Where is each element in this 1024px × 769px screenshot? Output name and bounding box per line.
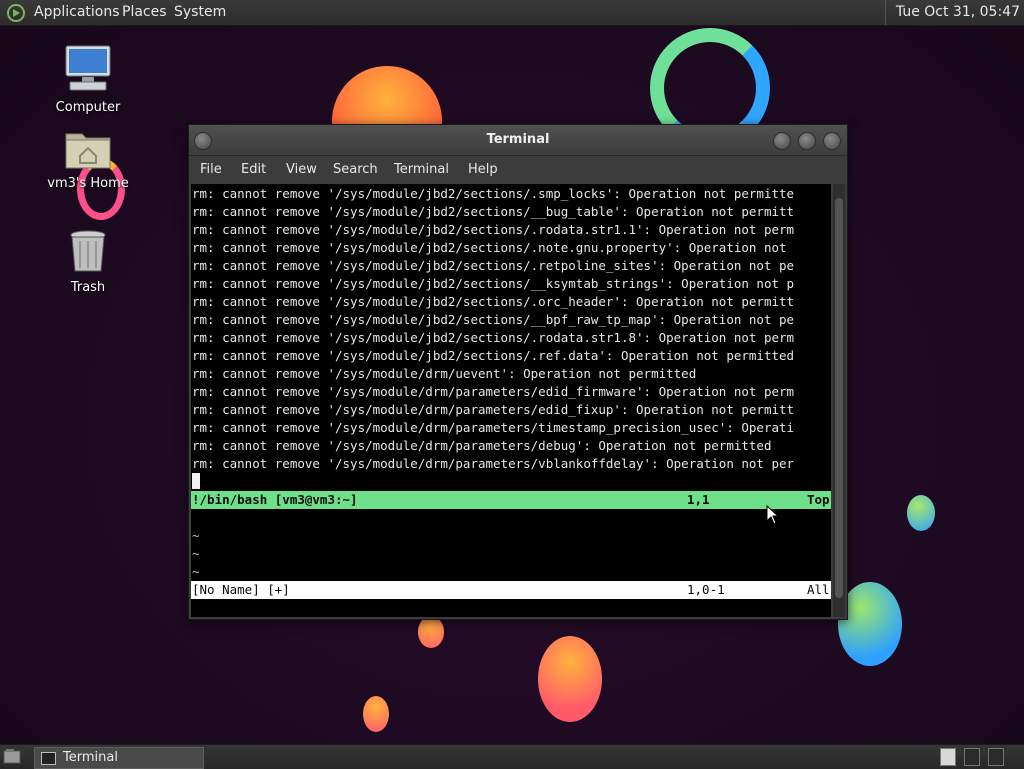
empty-line-marker: ~ [192,546,200,561]
status-cursor-position: 1,0-1 [687,582,725,597]
status-cursor-position: 1,1 [687,492,710,507]
menu-system[interactable]: System [174,0,226,25]
minimize-button[interactable] [773,132,791,150]
close-button[interactable] [823,132,841,150]
terminal-output[interactable]: rm: cannot remove '/sys/module/jbd2/sect… [191,184,831,617]
desktop-icon-label: Computer [55,100,121,115]
window-menubar: File Edit View Search Terminal Help [189,156,847,183]
menu-edit[interactable]: Edit [241,156,266,183]
wallpaper-bubble [363,696,389,732]
vim-status-line-buffer: [No Name] [+] 1,0-1 All [191,581,831,599]
terminal-line: rm: cannot remove '/sys/module/jbd2/sect… [192,276,795,291]
wallpaper-bubble [538,636,602,722]
menu-search[interactable]: Search [333,156,378,183]
terminal-scrollbar[interactable] [833,184,845,617]
vim-status-line-terminal: !/bin/bash [vm3@vm3:~] 1,1 Top [191,491,831,509]
trash-icon [70,230,106,272]
menu-places[interactable]: Places [122,0,167,25]
terminal-line: rm: cannot remove '/sys/module/jbd2/sect… [192,222,795,237]
menu-applications[interactable]: Applications [34,0,120,25]
clock[interactable]: Tue Oct 31, 05:47 [884,0,1024,25]
text-cursor [192,473,200,489]
menu-view[interactable]: View [286,156,317,183]
terminal-line: rm: cannot remove '/sys/module/jbd2/sect… [192,294,795,309]
desktop-icon-computer[interactable]: Computer [43,44,133,115]
status-scroll: All [807,582,830,597]
mouse-pointer-icon [766,505,780,525]
terminal-line: rm: cannot remove '/sys/module/drm/param… [192,456,795,471]
terminal-line: rm: cannot remove '/sys/module/drm/param… [192,438,772,453]
taskbar-button-terminal[interactable]: Terminal [34,747,204,769]
menu-terminal[interactable]: Terminal [394,156,449,183]
terminal-line: rm: cannot remove '/sys/module/drm/param… [192,384,795,399]
status-scroll: Top [807,492,830,507]
terminal-line: rm: cannot remove '/sys/module/jbd2/sect… [192,330,795,345]
desktop-icon-home[interactable]: vm3's Home [43,128,133,191]
empty-line-marker: ~ [192,528,200,543]
terminal-line: rm: cannot remove '/sys/module/jbd2/sect… [192,240,795,255]
workspace-switcher-1[interactable] [940,748,956,766]
terminal-line: rm: cannot remove '/sys/module/jbd2/sect… [192,348,795,363]
taskbar-button-label: Terminal [63,750,118,765]
terminal-line: rm: cannot remove '/sys/module/jbd2/sect… [192,258,795,273]
empty-line-marker: ~ [192,564,200,579]
terminal-line: rm: cannot remove '/sys/module/jbd2/sect… [192,312,795,327]
top-panel: Applications Places System Tue Oct 31, 0… [0,0,1024,26]
wallpaper-small-bubble [907,495,935,531]
window-title: Terminal [486,132,550,147]
maximize-button[interactable] [798,132,816,150]
terminal-icon [41,752,56,765]
window-titlebar[interactable]: Terminal [189,125,847,156]
scrollbar-thumb[interactable] [835,198,843,598]
desktop-icon-trash[interactable]: Trash [43,228,133,295]
show-desktop-icon[interactable] [3,748,21,764]
terminal-window[interactable]: Terminal File Edit View Search Terminal … [188,124,848,620]
terminal-line: rm: cannot remove '/sys/module/jbd2/sect… [192,204,795,219]
terminal-line: rm: cannot remove '/sys/module/drm/param… [192,402,795,417]
home-folder-icon [65,133,111,169]
wallpaper-bubble [418,616,444,648]
terminal-line: rm: cannot remove '/sys/module/drm/param… [192,420,795,435]
status-buffer-name: [No Name] [+] [192,582,290,597]
bottom-panel: Terminal [0,744,1024,769]
desktop-icon-label: vm3's Home [47,176,129,191]
status-buffer-name: !/bin/bash [vm3@vm3:~] [192,492,358,507]
workspace-switcher-2[interactable] [964,748,980,766]
menu-file[interactable]: File [200,156,222,183]
terminal-line: rm: cannot remove '/sys/module/jbd2/sect… [192,186,795,201]
desktop-icon-label: Trash [70,280,106,295]
menu-help[interactable]: Help [468,156,498,183]
terminal-line: rm: cannot remove '/sys/module/drm/ueven… [192,366,697,381]
distro-logo-icon[interactable] [6,3,26,23]
computer-icon [65,45,111,91]
workspace-switcher-3[interactable] [988,748,1004,766]
